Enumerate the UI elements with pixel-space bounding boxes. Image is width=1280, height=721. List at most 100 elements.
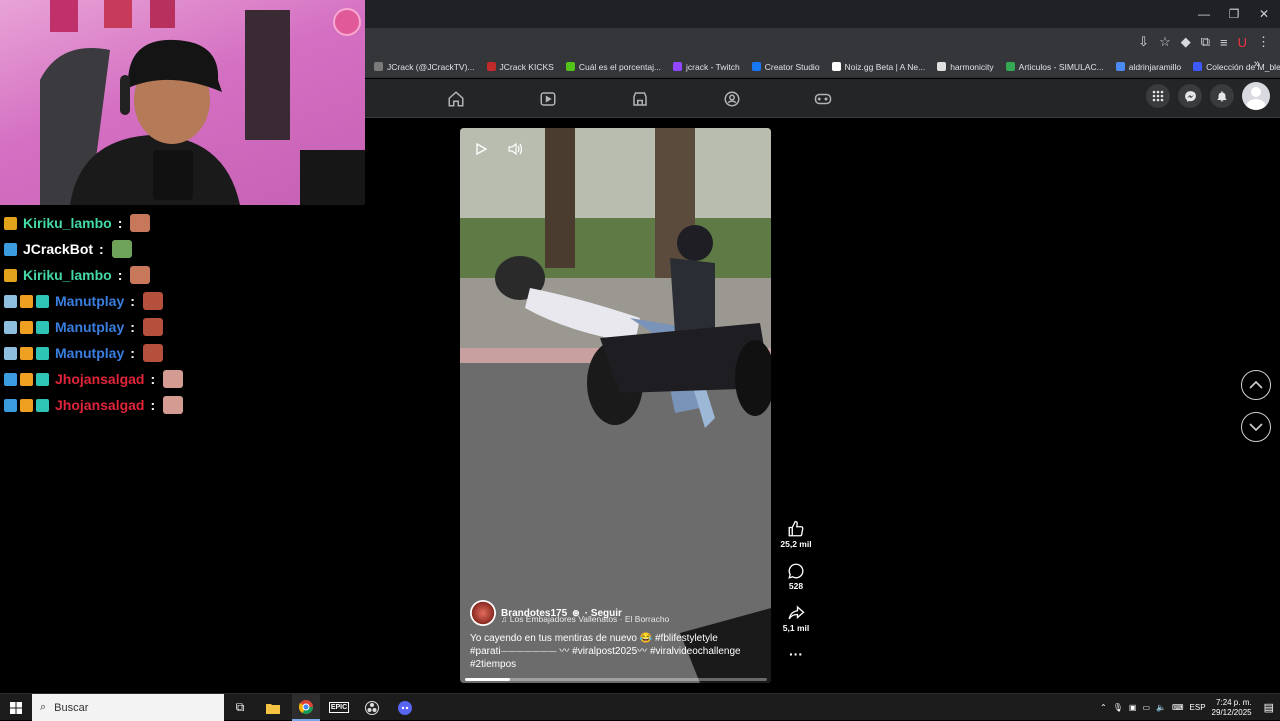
speaker-icon[interactable]: 🔈: [1156, 703, 1166, 712]
reel-video[interactable]: Brandotes175 ⊛ · Seguir ♫ Los Embajadore…: [460, 128, 771, 683]
search-placeholder: Buscar: [54, 701, 89, 714]
network-icon[interactable]: ▣: [1129, 703, 1137, 712]
clock[interactable]: 7:24 p. m. 29/12/2025: [1212, 698, 1252, 718]
bookmark-favicon-icon: [565, 62, 575, 71]
minimize-button[interactable]: —: [1188, 0, 1220, 28]
chat-emote-icon: [142, 344, 163, 362]
chat-message: Manutplay:: [0, 340, 360, 366]
notifications-bell-icon[interactable]: [1210, 84, 1234, 108]
toolbar-icons: ⇩ ☆ ◆ ⧉ ≡ U ⋮: [1138, 28, 1270, 56]
chat-badge-icon: [4, 242, 17, 256]
reel-description: Yo cayendo en tus mentiras de nuevo 😂 #f…: [470, 633, 741, 670]
like-count: 25,2 mil: [780, 539, 812, 549]
chrome-taskbar-icon[interactable]: [292, 694, 320, 721]
chat-message: Kiriku_lambo:: [0, 262, 360, 288]
video-icon[interactable]: [536, 87, 560, 111]
play-icon[interactable]: [470, 138, 492, 160]
bookmark-label: JCrack (@JCrackTV)...: [387, 61, 475, 72]
webcam-scene: [40, 0, 365, 205]
taskbar-search-input[interactable]: ⌕ Buscar: [32, 694, 224, 721]
like-button[interactable]: 25,2 mil: [780, 520, 812, 549]
notifications-icon[interactable]: ▤: [1264, 701, 1274, 714]
chat-separator: :: [99, 241, 104, 257]
bookmark-item[interactable]: JCrack (@JCrackTV)...: [368, 62, 481, 72]
bookmark-item[interactable]: Noiz.gg Beta | A Ne...: [826, 62, 932, 72]
groups-icon[interactable]: [720, 87, 744, 111]
bookmark-favicon-icon: [1115, 62, 1125, 71]
close-button[interactable]: ✕: [1248, 0, 1280, 28]
star-icon[interactable]: ☆: [1159, 34, 1171, 50]
reel-music[interactable]: ♫ Los Embajadores Vallenatos · El Borrac…: [501, 614, 765, 624]
chat-message: Manutplay:: [0, 314, 360, 340]
media-icon[interactable]: ≡: [1220, 35, 1228, 50]
windows-start-icon[interactable]: [2, 694, 30, 721]
bookmark-item[interactable]: jcrack - Twitch: [667, 62, 746, 72]
puzzle-icon[interactable]: ⧉: [1201, 34, 1210, 50]
kebab-menu-icon[interactable]: ⋮: [1257, 34, 1270, 50]
bookmark-favicon-icon: [751, 62, 761, 71]
chat-badge-icon: [36, 320, 49, 334]
restore-button[interactable]: ❐: [1218, 0, 1250, 28]
epic-games-icon[interactable]: EPIC: [325, 694, 353, 721]
file-explorer-icon[interactable]: [259, 694, 287, 721]
gaming-icon[interactable]: [811, 87, 835, 111]
chat-badge-icon: [20, 294, 33, 308]
bookmark-item[interactable]: JCrack KICKS: [481, 62, 560, 72]
bookmark-label: Creator Studio: [764, 61, 820, 72]
bookmark-item[interactable]: aldrinjaramillo: [1110, 62, 1187, 72]
task-view-icon[interactable]: ⧉: [226, 694, 254, 721]
chat-badge-icon: [36, 294, 49, 308]
bookmark-item[interactable]: Colección de M_blei...: [1187, 62, 1280, 72]
microphone-icon[interactable]: 🎙: [1113, 703, 1123, 712]
system-tray: ⌃ 🎙 ▣ ▭ 🔈 ⌨ ESP 7:24 p. m. 29/12/2025 ▤: [1100, 694, 1280, 721]
chat-badge-icon: [20, 346, 33, 360]
install-icon[interactable]: ⇩: [1138, 34, 1149, 50]
previous-reel-button[interactable]: [1241, 370, 1271, 400]
share-button[interactable]: 5,1 mil: [783, 604, 809, 633]
author-avatar[interactable]: [470, 600, 496, 626]
display-icon[interactable]: ▭: [1142, 703, 1150, 712]
language-indicator[interactable]: ESP: [1190, 703, 1206, 712]
discord-icon[interactable]: [391, 694, 419, 721]
reel-actions: 25,2 mil 528 5,1 mil ···: [778, 520, 814, 675]
windows-taskbar: ⌕ Buscar ⧉ EPIC ⌃ 🎙 ▣ ▭ 🔈 ⌨ ESP 7:24 p. …: [0, 693, 1280, 721]
bookmark-item[interactable]: Creator Studio: [746, 62, 826, 72]
bookmark-favicon-icon: [831, 62, 841, 71]
messenger-icon[interactable]: [1178, 84, 1202, 108]
chat-badge-icon: [4, 398, 17, 412]
bookmark-item[interactable]: Articulos - SIMULAC...: [1000, 62, 1110, 72]
obs-icon[interactable]: [358, 694, 386, 721]
chat-message: Manutplay:: [0, 288, 360, 314]
tray-expand-icon[interactable]: ⌃: [1100, 703, 1107, 712]
marketplace-icon[interactable]: [628, 87, 652, 111]
video-progress-bar[interactable]: [465, 678, 767, 681]
extension-diamond-icon[interactable]: ◆: [1181, 34, 1191, 50]
bookmark-item[interactable]: harmonicity: [931, 62, 999, 72]
home-icon[interactable]: [444, 87, 468, 111]
bookmark-label: Colección de M_blei...: [1206, 61, 1280, 72]
chat-username: Kiriku_lambo: [23, 215, 112, 231]
comment-button[interactable]: 528: [787, 562, 805, 591]
clock-date: 29/12/2025: [1211, 707, 1252, 717]
bookmarks-more-button[interactable]: »: [1254, 58, 1260, 70]
volume-icon[interactable]: [504, 138, 526, 160]
chat-emote-icon: [130, 214, 151, 232]
next-reel-button[interactable]: [1241, 412, 1271, 442]
bookmark-label: Cuál es el porcentaj...: [578, 61, 662, 72]
like-icon: [788, 520, 804, 537]
chat-badge-icon: [4, 294, 17, 308]
bookmark-item[interactable]: Cuál es el porcentaj...: [560, 62, 667, 72]
keyboard-icon[interactable]: ⌨: [1172, 703, 1184, 712]
chat-badge-icon: [36, 398, 49, 412]
chevron-up-icon: [1249, 380, 1263, 389]
chat-badge-icon: [36, 346, 49, 360]
menu-grid-icon[interactable]: [1146, 84, 1170, 108]
chat-badge-icon: [4, 346, 17, 360]
chat-message: Jhojansalgad:: [0, 366, 360, 392]
chat-badge-icon: [4, 216, 17, 230]
chat-emote-icon: [130, 266, 151, 284]
bookmark-favicon-icon: [486, 62, 496, 71]
profile-icon[interactable]: U: [1238, 35, 1247, 50]
profile-avatar[interactable]: [1242, 82, 1270, 110]
more-options-button[interactable]: ···: [789, 646, 803, 662]
